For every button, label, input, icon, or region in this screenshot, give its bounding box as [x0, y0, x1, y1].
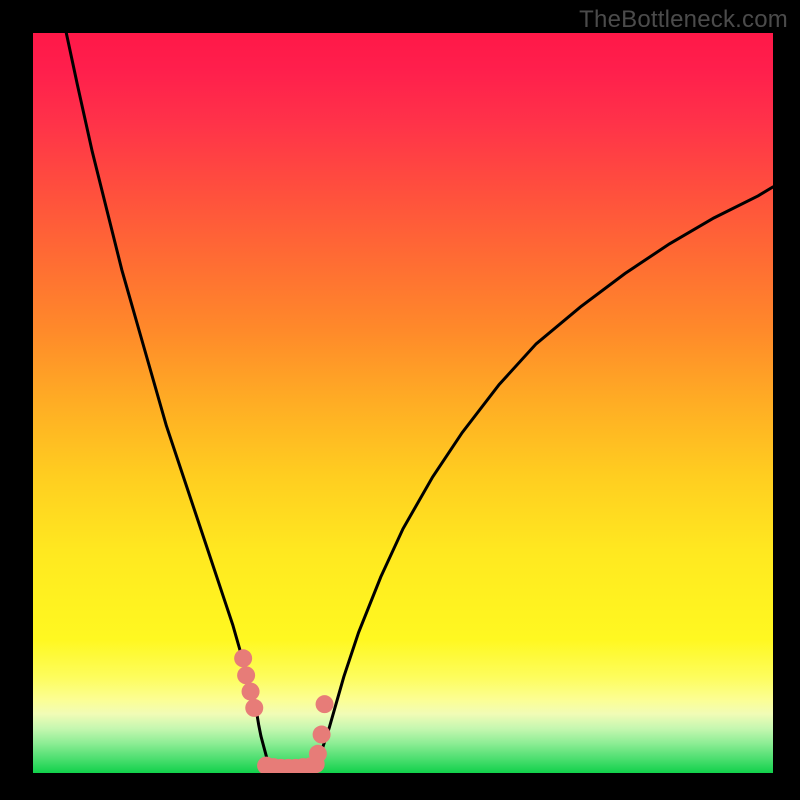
data-marker — [316, 695, 334, 713]
data-marker — [242, 683, 260, 701]
data-marker — [237, 666, 255, 684]
curves-layer — [33, 33, 773, 773]
data-marker — [313, 726, 331, 744]
plot-area — [33, 33, 773, 773]
marker-group — [234, 649, 333, 773]
chart-frame: TheBottleneck.com — [0, 0, 800, 800]
curve-right-branch — [318, 187, 773, 766]
watermark-text: TheBottleneck.com — [579, 6, 788, 34]
data-marker — [234, 649, 252, 667]
data-marker — [245, 699, 263, 717]
data-marker — [309, 745, 327, 763]
